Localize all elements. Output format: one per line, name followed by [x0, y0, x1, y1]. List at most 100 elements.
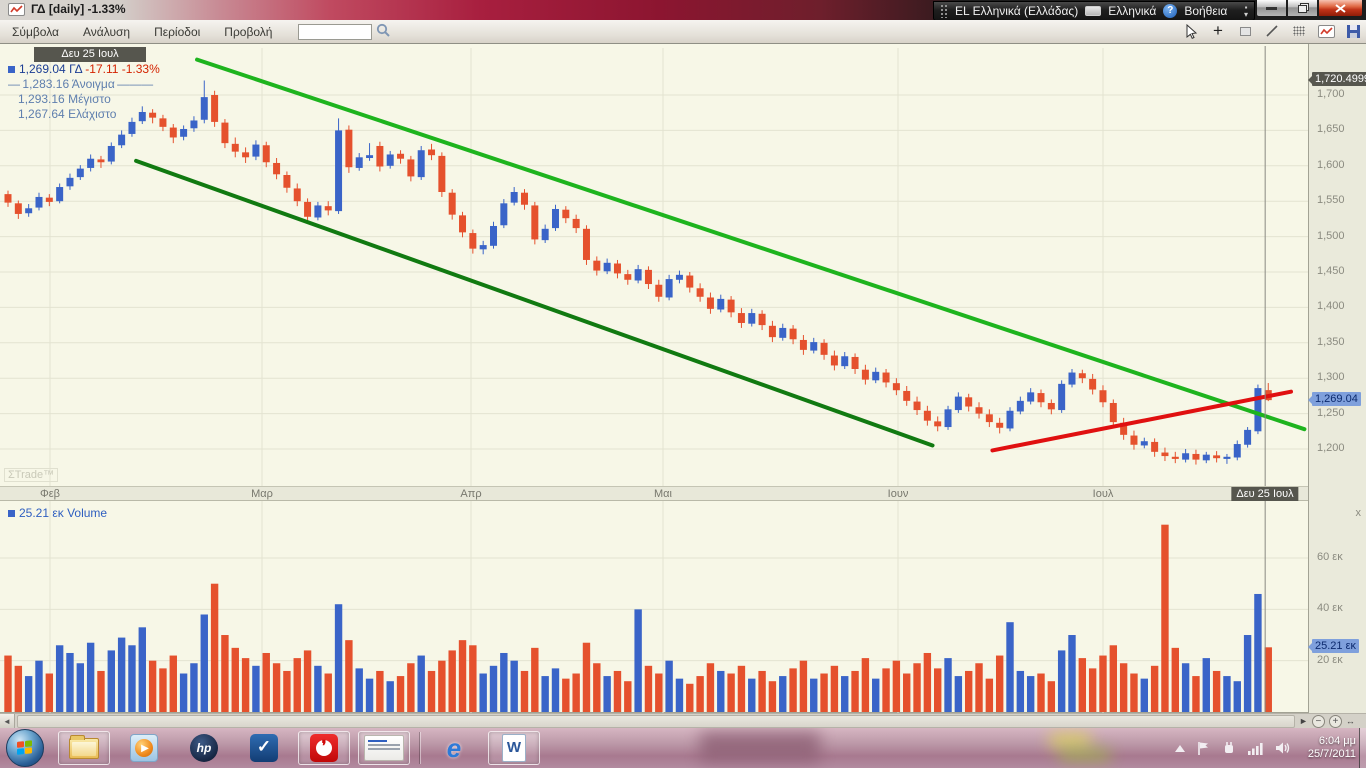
save-icon[interactable] — [1344, 22, 1362, 40]
volume-bar — [221, 635, 228, 712]
volume-bar — [665, 661, 672, 712]
volume-bar — [1089, 668, 1096, 712]
price-axis-label: 1,400 — [1317, 300, 1345, 312]
windows-flag-icon — [17, 740, 33, 756]
help-icon[interactable]: ? — [1163, 4, 1177, 18]
volume-bar — [645, 666, 652, 712]
langbar-grip[interactable] — [940, 4, 948, 18]
volume-speaker-icon[interactable] — [1276, 741, 1292, 755]
volume-bar — [686, 684, 693, 712]
candle-body — [5, 194, 12, 202]
taskbar-check-app-button[interactable]: ✓ — [238, 731, 290, 765]
fit-width-button[interactable]: ↔ — [1346, 716, 1355, 726]
network-signal-icon[interactable] — [1248, 742, 1264, 755]
candle-body — [624, 274, 631, 280]
candle-body — [1223, 457, 1230, 459]
candle-body — [903, 391, 910, 401]
volume-pane[interactable] — [0, 501, 1308, 713]
chart-type-icon[interactable] — [1317, 22, 1335, 40]
volume-legend: 25.21 εκ Volume — [8, 506, 107, 520]
trendline-tool-icon[interactable] — [1263, 22, 1281, 40]
volume-bar — [232, 648, 239, 712]
menu-analysis[interactable]: Ανάλυση — [71, 21, 142, 43]
volume-bar — [190, 663, 197, 712]
scroll-right-button[interactable]: ► — [1299, 716, 1308, 726]
candle-body — [1099, 390, 1106, 402]
show-desktop-button[interactable] — [1359, 728, 1366, 768]
price-axis-label: 1,250 — [1317, 407, 1345, 419]
vodafone-icon: ❜ — [310, 734, 338, 762]
symbol-search-input[interactable] — [298, 24, 372, 40]
zoom-in-button[interactable]: + — [1329, 715, 1342, 728]
price-chart-pane[interactable] — [0, 44, 1308, 486]
action-center-flag-icon[interactable] — [1197, 741, 1210, 756]
lower-channel-trendline[interactable] — [136, 161, 932, 446]
candle-body — [779, 328, 786, 338]
taskbar-trading-app-button[interactable] — [358, 731, 410, 765]
candle-body — [593, 261, 600, 271]
month-label: Φεβ — [40, 488, 60, 500]
close-button[interactable] — [1318, 0, 1363, 17]
show-hidden-icons-button[interactable] — [1175, 745, 1185, 752]
candle-body — [1151, 442, 1158, 452]
langbar-help-label[interactable]: Βοήθεια — [1184, 4, 1227, 18]
upper-channel-trendline[interactable] — [197, 60, 1304, 430]
language-indicator[interactable]: EL Ελληνικά (Ελλάδας) — [955, 4, 1078, 18]
power-plug-icon[interactable] — [1222, 741, 1236, 755]
last-volume-tag: 25.21 εκ — [1312, 639, 1359, 653]
quote-date-header: Δευ 25 Ιουλ — [34, 47, 146, 62]
volume-bar — [1203, 658, 1210, 712]
candle-body — [304, 202, 311, 217]
volume-bar — [448, 650, 455, 712]
scroll-left-button[interactable]: ◄ — [0, 714, 15, 729]
title-group: ΓΔ [daily] -1.33% — [8, 2, 126, 16]
taskbar-vodafone-button[interactable]: ❜ — [298, 731, 350, 765]
restore-button[interactable] — [1287, 0, 1318, 17]
candle-body — [25, 208, 32, 213]
candle-body — [552, 209, 559, 228]
candle-body — [841, 356, 848, 366]
scrollbar-track[interactable] — [17, 715, 1295, 728]
start-button[interactable] — [6, 729, 44, 767]
crosshair-tool-icon[interactable]: + — [1209, 22, 1227, 40]
pointer-tool-icon[interactable] — [1182, 22, 1200, 40]
volume-bar — [552, 668, 559, 712]
candle-body — [707, 297, 714, 308]
taskbar-media-player-button[interactable]: ▶ — [118, 731, 170, 765]
candle-body — [521, 193, 528, 205]
langbar-options-button[interactable]: ▪▾ — [1244, 4, 1248, 18]
candle-body — [810, 342, 817, 350]
taskbar-word-button[interactable]: W — [488, 731, 540, 765]
volume-pane-close-icon[interactable]: x — [1356, 507, 1362, 519]
keyboard-layout-label[interactable]: Ελληνικά — [1108, 4, 1156, 18]
volume-bar — [572, 674, 579, 712]
candle-body — [1244, 430, 1251, 445]
candle-body — [655, 285, 662, 297]
volume-bar — [387, 681, 394, 712]
taskbar-hp-button[interactable]: hp — [178, 731, 230, 765]
zoom-out-button[interactable]: − — [1312, 715, 1325, 728]
search-icon[interactable] — [376, 23, 391, 41]
minimize-button[interactable] — [1256, 0, 1287, 17]
volume-bar — [955, 676, 962, 712]
grid-tool-icon[interactable] — [1290, 22, 1308, 40]
candle-body — [986, 414, 993, 422]
candle-body — [459, 215, 466, 232]
taskbar-explorer-button[interactable] — [58, 731, 110, 765]
language-bar[interactable]: EL Ελληνικά (Ελλάδας) Ελληνικά ? Βοήθεια… — [933, 1, 1255, 21]
menu-symbols[interactable]: Σύμβολα — [0, 21, 71, 43]
region-tool-icon[interactable] — [1236, 22, 1254, 40]
taskbar-ie-button[interactable]: e — [428, 731, 480, 765]
volume-bar — [273, 663, 280, 712]
volume-bar — [1110, 645, 1117, 712]
candle-body — [1079, 373, 1086, 378]
taskbar-clock[interactable]: 6:04 μμ 25/7/2011 — [1308, 735, 1356, 761]
candle-body — [263, 145, 270, 162]
candle-body — [635, 269, 642, 280]
menu-view[interactable]: Προβολή — [212, 21, 284, 43]
menu-periods[interactable]: Περίοδοι — [142, 21, 212, 43]
volume-axis-label: 20 εκ — [1317, 654, 1343, 666]
candle-body — [201, 97, 208, 120]
candle-body — [883, 373, 890, 383]
price-axis-label: 1,350 — [1317, 336, 1345, 348]
